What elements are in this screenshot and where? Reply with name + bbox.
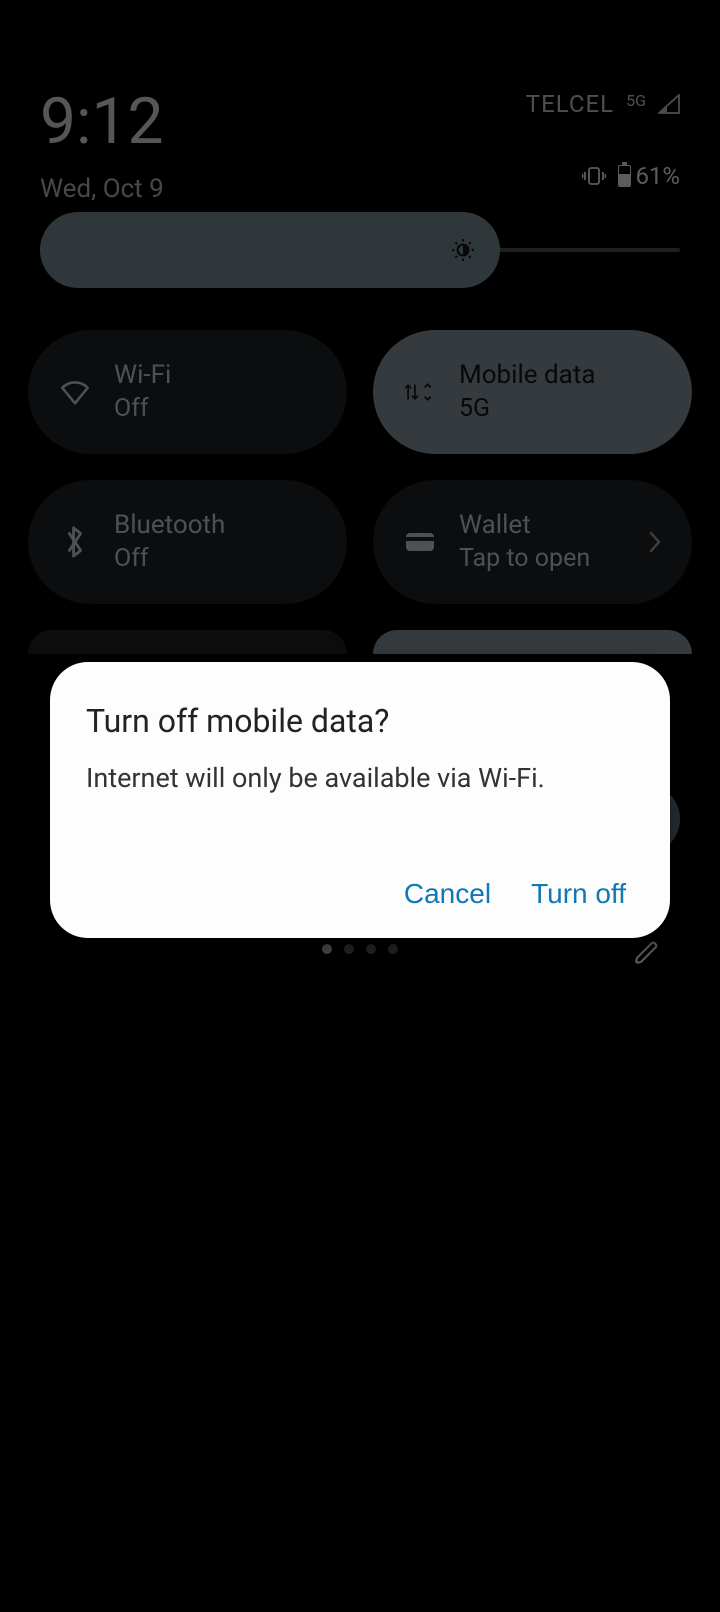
turn-off-button[interactable]: Turn off: [531, 878, 626, 910]
confirm-dialog: Turn off mobile data? Internet will only…: [50, 662, 670, 938]
dialog-message: Internet will only be available via Wi-F…: [86, 760, 634, 796]
cancel-button[interactable]: Cancel: [404, 878, 491, 910]
dialog-title: Turn off mobile data?: [86, 702, 634, 740]
